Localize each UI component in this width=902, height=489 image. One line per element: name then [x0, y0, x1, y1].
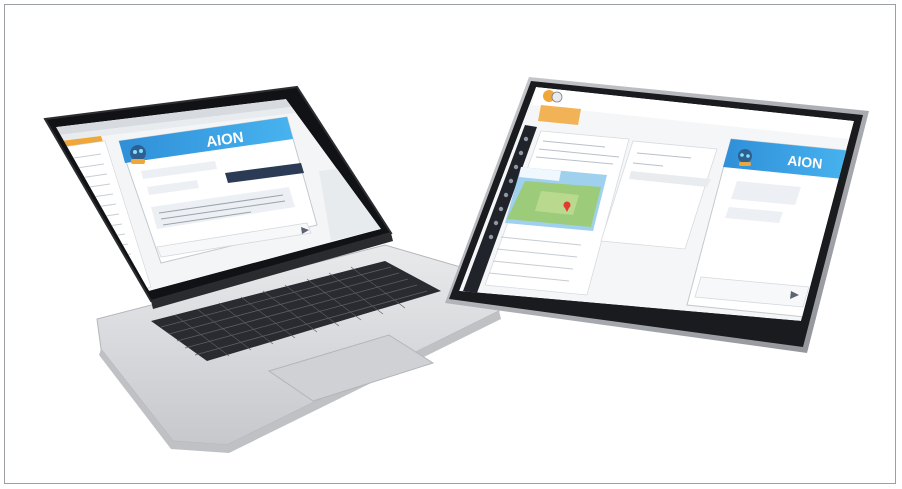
robot-avatar-icon [738, 149, 752, 166]
robot-avatar-icon [130, 145, 146, 164]
tablet: AION [445, 77, 869, 353]
device-mockup-scene: AION AION [43, 77, 869, 453]
image-frame: AION AION [4, 4, 896, 484]
map-widget[interactable] [505, 167, 607, 231]
laptop: AION [43, 85, 501, 453]
